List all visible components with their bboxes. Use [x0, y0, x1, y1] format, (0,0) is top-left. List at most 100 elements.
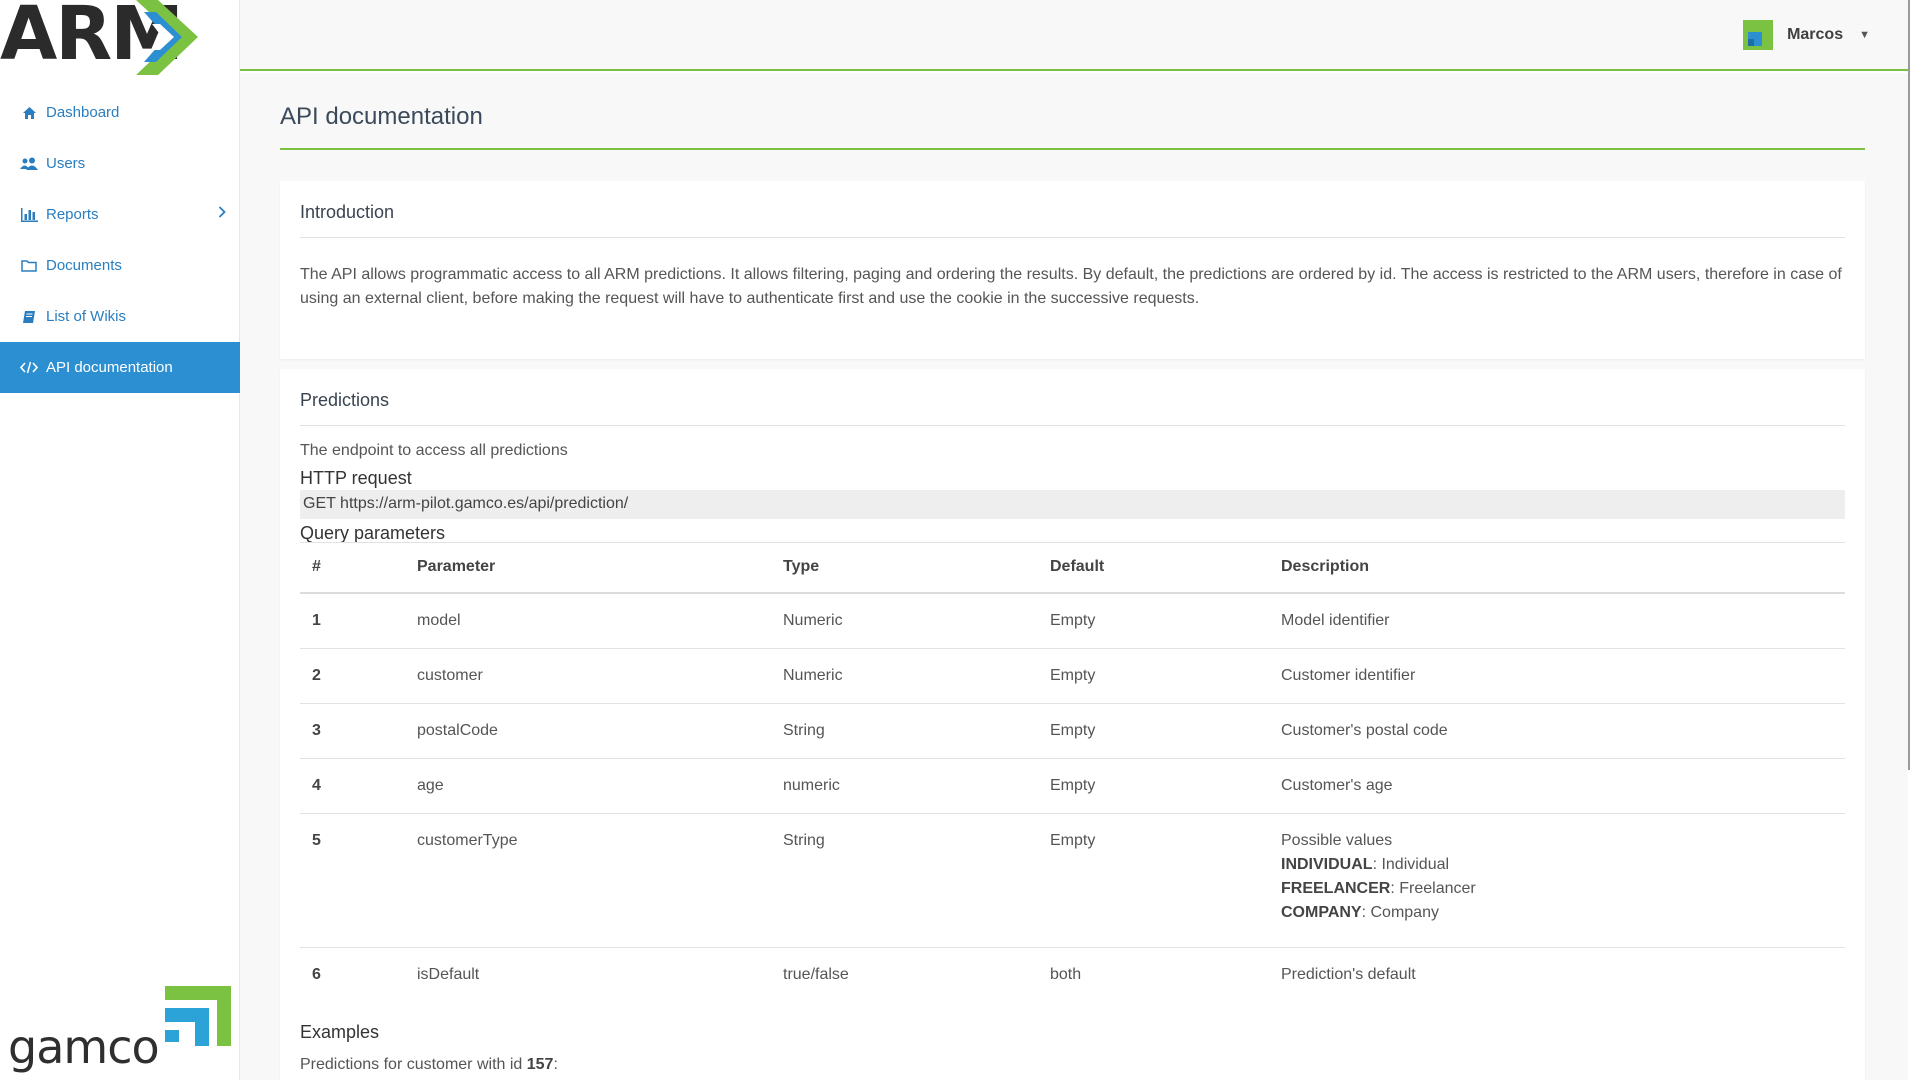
example-prefix: Predictions for customer with id	[300, 1056, 527, 1073]
param-description: Possible values INDIVIDUAL: Individual F…	[1269, 813, 1845, 948]
sidebar-item-dashboard[interactable]: Dashboard	[0, 87, 240, 138]
param-default: Empty	[1038, 648, 1269, 704]
sidebar-item-label: Users	[46, 155, 86, 172]
param-default: Empty	[1038, 592, 1269, 649]
topbar: Marcos ▼	[240, 0, 1910, 71]
param-default: Empty	[1038, 813, 1269, 948]
table-header-row: # Parameter Type Default Description	[300, 542, 1845, 594]
book-icon	[20, 308, 38, 326]
param-description: Customer's age	[1269, 758, 1845, 814]
column-header: Description	[1269, 542, 1845, 594]
sidebar-nav: Dashboard Users Reports Documents List o…	[0, 87, 240, 393]
sidebar-item-reports[interactable]: Reports	[0, 189, 240, 240]
value-key: COMPANY	[1281, 903, 1362, 921]
title-divider	[280, 148, 1865, 150]
main-content: API documentation Introduction The API a…	[240, 73, 1908, 1080]
sidebar-item-api-documentation[interactable]: API documentation	[0, 342, 240, 393]
param-type: numeric	[771, 758, 1038, 814]
param-description: Customer's postal code	[1269, 703, 1845, 759]
gamco-logo: gamco	[8, 984, 233, 1080]
table-row: 4 age numeric Empty Customer's age	[300, 758, 1845, 814]
arm-chevron-logo-icon	[136, 0, 198, 75]
user-name: Marcos	[1787, 26, 1844, 43]
param-name: isDefault	[417, 965, 480, 983]
page-title: API documentation	[280, 103, 483, 130]
param-name: customerType	[405, 813, 771, 948]
endpoint-text: The endpoint to access all predictions	[300, 442, 568, 459]
value-label: : Individual	[1372, 855, 1450, 873]
code-icon	[20, 359, 38, 377]
introduction-text: The API allows programmatic access to al…	[300, 266, 1842, 307]
sidebar-item-users[interactable]: Users	[0, 138, 240, 189]
examples-heading: Examples	[300, 1022, 380, 1042]
query-parameters-heading: Query parameters	[300, 523, 446, 543]
predictions-title: Predictions	[300, 390, 390, 410]
arm-logo[interactable]: ARM	[0, 0, 240, 78]
param-default: both	[1050, 965, 1082, 983]
folder-icon	[20, 257, 38, 275]
row-number: 4	[300, 758, 405, 814]
bar-chart-icon	[20, 206, 38, 224]
table-row: 3 postalCode String Empty Customer's pos…	[300, 703, 1845, 759]
param-name: customer	[405, 648, 771, 704]
param-name: age	[405, 758, 771, 814]
table-row: 1 model Numeric Empty Model identifier	[300, 592, 1845, 649]
param-description: Prediction's default	[1281, 965, 1416, 983]
param-type: String	[771, 703, 1038, 759]
value-item: INDIVIDUAL: Individual	[1281, 853, 1845, 877]
home-icon	[20, 104, 38, 122]
row-number: 6	[312, 965, 321, 983]
table-row: 5 customerType String Empty Possible val…	[300, 813, 1845, 948]
example-id: 157	[526, 1056, 554, 1073]
example-text: Predictions for customer with id 157:	[300, 1056, 558, 1074]
introduction-title: Introduction	[300, 202, 395, 222]
sidebar-item-label: Documents	[46, 257, 122, 274]
param-description: Customer identifier	[1269, 648, 1845, 704]
query-parameters-table: # Parameter Type Default Description 1 m…	[300, 542, 1845, 1002]
sidebar-item-label: API documentation	[46, 359, 173, 376]
sidebar-item-documents[interactable]: Documents	[0, 240, 240, 291]
param-type: true/false	[783, 965, 849, 983]
http-request-heading: HTTP request	[300, 468, 412, 488]
value-item: COMPANY: Company	[1281, 901, 1845, 925]
users-icon	[20, 155, 38, 173]
param-default: Empty	[1038, 758, 1269, 814]
row-number: 1	[300, 592, 405, 649]
sidebar-item-wikis[interactable]: List of Wikis	[0, 291, 240, 342]
introduction-card: Introduction The API allows programmatic…	[280, 181, 1865, 359]
sidebar-item-label: Reports	[46, 206, 99, 223]
value-key: FREELANCER	[1281, 879, 1391, 897]
gamco-mark-icon	[165, 986, 231, 1046]
row-number: 2	[300, 648, 405, 704]
param-name: postalCode	[405, 703, 771, 759]
predictions-card: Predictions The endpoint to access all p…	[280, 369, 1865, 1080]
param-default: Empty	[1038, 703, 1269, 759]
value-key: INDIVIDUAL	[1281, 855, 1373, 873]
description-text: Possible values	[1281, 831, 1393, 849]
param-type: Numeric	[771, 592, 1038, 649]
column-header: Parameter	[405, 542, 771, 594]
example-suffix: :	[553, 1056, 558, 1073]
sidebar-item-label: List of Wikis	[46, 308, 127, 325]
value-item: FREELANCER: Freelancer	[1281, 877, 1845, 901]
card-divider	[300, 425, 1845, 426]
param-type: Numeric	[771, 648, 1038, 704]
value-label: : Freelancer	[1390, 879, 1476, 897]
card-divider	[300, 237, 1845, 238]
param-type: String	[771, 813, 1038, 948]
caret-down-icon: ▼	[1859, 29, 1870, 41]
param-name: model	[405, 592, 771, 649]
value-label: : Company	[1361, 903, 1439, 921]
column-header: #	[300, 542, 405, 594]
row-number: 3	[300, 703, 405, 759]
row-number: 5	[300, 813, 405, 948]
column-header: Type	[771, 542, 1038, 594]
chevron-right-icon	[218, 205, 226, 222]
gamco-text: gamco	[8, 1020, 160, 1074]
column-header: Default	[1038, 542, 1269, 594]
table-row: 6 isDefault true/false both Prediction's…	[300, 947, 1845, 1002]
sidebar-item-label: Dashboard	[46, 104, 120, 121]
user-menu[interactable]: Marcos ▼	[1743, 20, 1870, 50]
sidebar: ARM Dashboard Users Reports Documents Li…	[0, 0, 240, 1080]
http-request-code: GET https://arm-pilot.gamco.es/api/predi…	[300, 490, 1845, 519]
